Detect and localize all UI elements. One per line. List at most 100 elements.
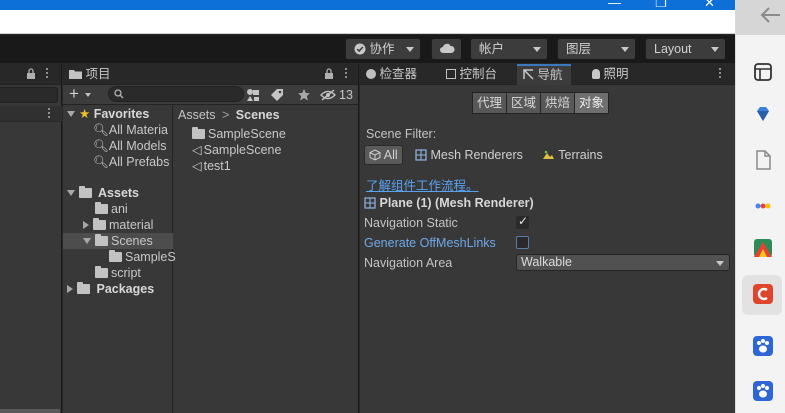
list-item[interactable]: 🔍︎All Prefabs: [93, 154, 169, 170]
segment-areas[interactable]: 区域: [506, 92, 542, 114]
document-icon[interactable]: [753, 150, 773, 170]
offmesh-links-checkbox[interactable]: [516, 236, 529, 249]
list-item[interactable]: ani: [95, 201, 128, 217]
object-title: Plane (1) (Mesh Renderer): [364, 194, 534, 212]
check-circle-icon: [354, 43, 366, 55]
folder-label: ani: [111, 202, 128, 216]
tab-console[interactable]: 控制台: [440, 64, 505, 85]
favorite-label: All Materia: [108, 123, 168, 137]
breadcrumb-scenes[interactable]: Scenes: [236, 108, 280, 122]
window-icon[interactable]: [753, 62, 773, 82]
favorites-row[interactable]: ★ Favorites: [67, 106, 149, 122]
cloud-button[interactable]: [431, 38, 462, 60]
tab-inspector-label: 检查器: [379, 67, 417, 81]
folder-label: material: [109, 218, 154, 232]
nav-static-checkbox[interactable]: [516, 214, 529, 229]
search-icon: [114, 89, 124, 99]
star-icon: ★: [79, 107, 91, 121]
account-label: 帐户: [479, 42, 505, 56]
collab-label: 协作: [369, 42, 395, 56]
hierarchy-scrollbar[interactable]: [0, 409, 60, 413]
nav-area-dropdown[interactable]: Walkable: [516, 254, 730, 271]
search-icon: 🔍︎: [93, 123, 109, 137]
baidu-paw-icon[interactable]: [753, 381, 773, 401]
filter-mesh-renderers-button[interactable]: Mesh Renderers: [415, 145, 523, 165]
hierarchy-search-input[interactable]: [0, 87, 58, 103]
tab-inspector[interactable]: 检查器: [360, 64, 425, 85]
c-app-icon[interactable]: [753, 284, 773, 304]
segment-object[interactable]: 对象: [574, 92, 610, 114]
expand-arrow-icon[interactable]: [83, 221, 89, 229]
inspector-tabstrip: 检查器 控制台 导航 照明: [360, 64, 735, 85]
tag-icon[interactable]: [270, 88, 284, 102]
expand-arrow-icon[interactable]: [67, 111, 75, 117]
collab-button[interactable]: 协作: [345, 38, 421, 60]
favorite-label: All Prefabs: [108, 155, 170, 169]
scene-menu-icon[interactable]: [48, 108, 51, 120]
chevron-down-icon[interactable]: [85, 93, 91, 97]
list-item[interactable]: 🔍︎All Materia: [93, 122, 168, 138]
list-item[interactable]: 🔍︎All Models: [93, 138, 167, 154]
baidu-paw-icon[interactable]: [753, 336, 773, 356]
restore-icon[interactable]: ❐: [655, 0, 667, 10]
filter-terrains-button[interactable]: Terrains: [542, 145, 603, 165]
project-search-input[interactable]: [108, 86, 244, 102]
unity-scene-icon: ◁: [192, 143, 202, 157]
expand-arrow-icon[interactable]: [67, 285, 73, 293]
google-icon[interactable]: [753, 196, 773, 216]
navigation-menu-icon[interactable]: [719, 68, 722, 80]
project-menu-icon[interactable]: [345, 68, 348, 80]
breadcrumb-separator: >: [222, 108, 230, 122]
layers-dropdown[interactable]: 图层: [557, 38, 636, 60]
navigation-panel: 检查器 控制台 导航 照明 代理 区域 烘焙 对象 Scene Filter: …: [360, 64, 735, 413]
layers-label: 图层: [566, 42, 592, 56]
tab-navigation[interactable]: 导航: [517, 64, 571, 85]
star-icon[interactable]: [297, 88, 311, 102]
list-item[interactable]: script: [95, 265, 141, 281]
folder-icon: [69, 70, 82, 79]
segment-agents[interactable]: 代理: [472, 92, 508, 114]
lightbulb-icon: [592, 69, 600, 79]
segment-bake[interactable]: 烘焙: [540, 92, 576, 114]
lock-icon[interactable]: [324, 68, 334, 80]
filter-terrains-label: Terrains: [558, 148, 603, 162]
assets-row[interactable]: Assets: [67, 185, 139, 201]
list-item[interactable]: SampleS: [109, 249, 176, 265]
favorite-label: All Models: [108, 139, 167, 153]
tab-project-label: 项目: [85, 67, 111, 81]
project-panel: 项目 + 13 ★ Favorites 🔍︎All Materia 🔍︎All …: [63, 64, 359, 413]
filter-all-label: All: [383, 148, 398, 162]
hidden-packages-icon[interactable]: [320, 89, 336, 101]
colorful-app-icon[interactable]: [753, 238, 773, 258]
tab-lighting[interactable]: 照明: [586, 64, 637, 85]
expand-arrow-icon[interactable]: [83, 238, 91, 244]
learn-components-link[interactable]: 了解组件工作流程。: [366, 177, 479, 195]
gem-icon[interactable]: [753, 104, 773, 124]
file-item[interactable]: ◁ test1: [192, 158, 231, 174]
list-item[interactable]: Scenes: [83, 233, 153, 249]
breadcrumb-assets[interactable]: Assets: [178, 108, 216, 122]
arrow-left-icon[interactable]: [759, 6, 781, 24]
assets-label: Assets: [98, 186, 140, 200]
folder-icon: [95, 234, 108, 246]
list-item[interactable]: material: [83, 217, 153, 233]
layout-label: Layout: [654, 42, 692, 56]
file-item[interactable]: SampleScene: [192, 126, 286, 142]
packages-row[interactable]: Packages: [67, 281, 154, 297]
filter-all-button[interactable]: All: [364, 145, 403, 165]
account-dropdown[interactable]: 帐户: [470, 38, 548, 60]
expand-arrow-icon[interactable]: [67, 190, 75, 196]
hierarchy-scene-row[interactable]: [0, 106, 62, 122]
file-item[interactable]: ◁ SampleScene: [192, 142, 281, 158]
close-icon[interactable]: ✕: [704, 0, 715, 10]
lock-icon[interactable]: [26, 68, 36, 80]
layout-dropdown[interactable]: Layout: [645, 38, 726, 60]
tab-project[interactable]: 项目: [63, 64, 119, 85]
search-by-type-icon[interactable]: [246, 88, 260, 102]
create-button[interactable]: +: [69, 84, 79, 104]
mesh-renderer-icon: [415, 149, 427, 161]
project-toolbar: + 13: [63, 84, 358, 105]
unity-scene-icon: ◁: [192, 159, 202, 173]
hierarchy-menu-icon[interactable]: [46, 68, 49, 80]
minimize-icon[interactable]: —: [608, 0, 621, 10]
